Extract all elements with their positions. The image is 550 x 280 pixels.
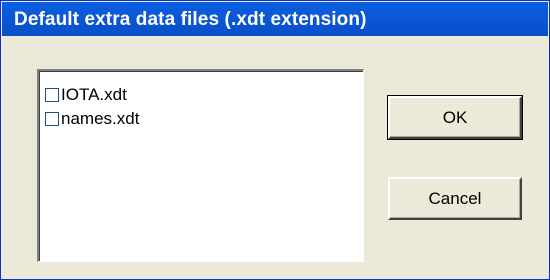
title-bar[interactable]: Default extra data files (.xdt extension… [2,2,548,36]
list-item-names[interactable]: names.xdt [45,108,139,130]
file-list[interactable]: IOTA.xdt names.xdt [37,69,364,262]
window-title: Default extra data files (.xdt extension… [14,9,367,30]
list-item-label: names.xdt [61,109,140,128]
list-item-iota[interactable]: IOTA.xdt [45,84,127,106]
checkbox[interactable] [45,112,59,126]
dialog-window: Default extra data files (.xdt extension… [0,0,550,280]
ok-button[interactable]: OK [387,95,523,140]
checkbox[interactable] [45,88,59,102]
cancel-button[interactable]: Cancel [388,177,522,220]
list-item-label: IOTA.xdt [61,85,127,104]
